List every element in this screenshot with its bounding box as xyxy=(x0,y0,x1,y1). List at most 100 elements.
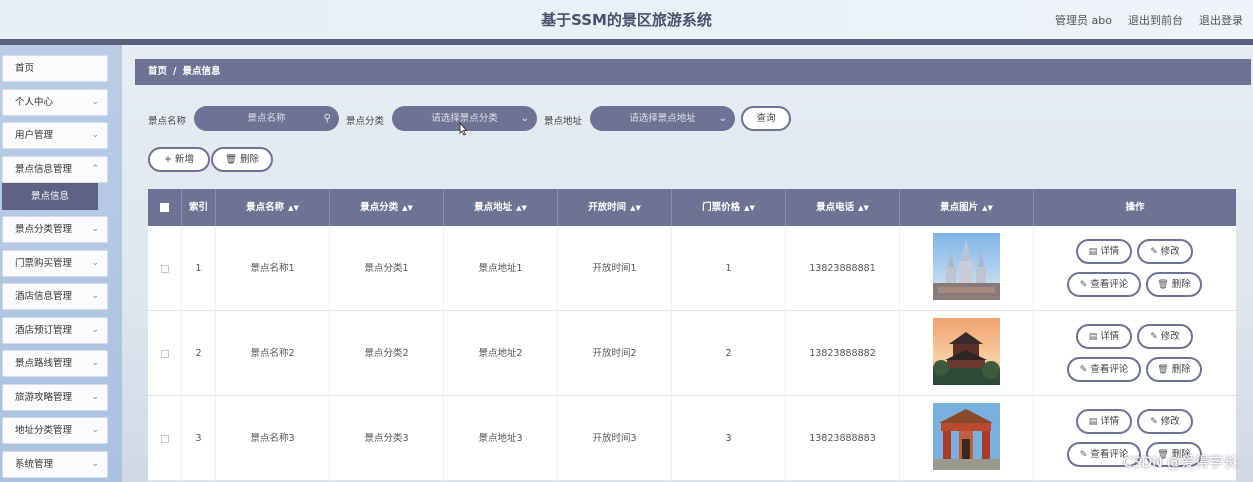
pencil-icon: ✎ xyxy=(1150,417,1158,427)
edit-button[interactable]: ✎ 修改 xyxy=(1137,239,1193,264)
column-header-phone[interactable]: 景点电话 ▲▼ xyxy=(786,189,900,226)
sidebar-item-tickets[interactable]: 门票购买管理 ⌄ xyxy=(2,250,108,277)
mouse-cursor-icon xyxy=(459,122,468,136)
sidebar-item-system[interactable]: 系统管理 ⌄ xyxy=(2,451,108,478)
sidebar-item-users[interactable]: 用户管理 ⌄ xyxy=(2,122,108,149)
view-comments-button[interactable]: ✎ 查看评论 xyxy=(1067,272,1141,297)
sidebar-subitem-spot-info[interactable]: 景点信息 xyxy=(2,183,98,210)
document-icon: ▤ xyxy=(1088,417,1098,427)
column-header-open-time[interactable]: 开放时间 ▲▼ xyxy=(558,189,672,226)
delete-button[interactable]: 🗑 删除 xyxy=(1146,357,1202,382)
current-user: 管理员 abo xyxy=(1055,14,1112,27)
add-button[interactable]: + 新增 xyxy=(148,147,210,172)
batch-delete-button[interactable]: 🗑 删除 xyxy=(211,147,273,172)
delete-button[interactable]: 🗑 删除 xyxy=(1146,272,1202,297)
column-header-address[interactable]: 景点地址 ▲▼ xyxy=(444,189,558,226)
chevron-down-icon: ⌄ xyxy=(91,258,99,268)
detail-button[interactable]: ▤ 详情 xyxy=(1076,239,1132,264)
trash-icon: 🗑 xyxy=(1157,365,1169,375)
spot-address-label: 景点地址 xyxy=(544,116,583,127)
select-all-checkbox[interactable] xyxy=(148,189,182,226)
search-icon: ⚲ xyxy=(323,113,331,124)
pavilion-image[interactable] xyxy=(933,318,1000,385)
column-header-name[interactable]: 景点名称 ▲▼ xyxy=(216,189,330,226)
cell-open-time: 开放时间2 xyxy=(558,311,672,396)
detail-button[interactable]: ▤ 详情 xyxy=(1076,409,1132,434)
cell-price: 2 xyxy=(672,311,786,396)
chevron-down-icon: ⌄ xyxy=(91,358,99,368)
sidebar-item-address-category[interactable]: 地址分类管理 ⌄ xyxy=(2,417,108,444)
breadcrumb: 首页 / 景点信息 xyxy=(135,59,1251,85)
to-front-link[interactable]: 退出到前台 xyxy=(1128,12,1183,28)
spot-address-select[interactable]: 请选择景点地址 ⌄ xyxy=(590,106,735,131)
cell-price: 1 xyxy=(672,226,786,311)
chevron-down-icon: ⌄ xyxy=(718,113,727,124)
chevron-down-icon: ⌄ xyxy=(91,392,99,402)
sidebar-item-hotel-booking[interactable]: 酒店预订管理 ⌄ xyxy=(2,317,108,344)
column-header-index: 索引 xyxy=(182,189,216,226)
sidebar-item-label: 门票购买管理 xyxy=(15,258,73,269)
cell-price: 3 xyxy=(672,396,786,481)
cell-open-time: 开放时间3 xyxy=(558,396,672,481)
sidebar-item-label: 酒店预订管理 xyxy=(15,325,73,336)
edit-button[interactable]: ✎ 修改 xyxy=(1137,409,1193,434)
breadcrumb-separator: / xyxy=(173,66,177,77)
cell-phone: 13823888882 xyxy=(786,311,900,396)
sidebar-item-spot-category[interactable]: 景点分类管理 ⌄ xyxy=(2,216,108,243)
column-header-image[interactable]: 景点图片 ▲▼ xyxy=(900,189,1034,226)
column-header-category[interactable]: 景点分类 ▲▼ xyxy=(330,189,444,226)
spot-category-label: 景点分类 xyxy=(346,116,385,127)
sort-icon: ▲▼ xyxy=(858,204,869,212)
document-icon: ▤ xyxy=(1088,332,1098,342)
sidebar-item-label: 首页 xyxy=(15,63,35,74)
breadcrumb-current: 景点信息 xyxy=(182,66,221,77)
sidebar-item-label: 景点信息管理 xyxy=(15,164,73,175)
sidebar-item-label: 个人中心 xyxy=(15,97,54,108)
column-header-price[interactable]: 门票价格 ▲▼ xyxy=(672,189,786,226)
cell-image xyxy=(900,396,1034,481)
sidebar-item-label: 景点分类管理 xyxy=(15,224,73,235)
row-checkbox[interactable] xyxy=(148,226,182,311)
row-checkbox[interactable] xyxy=(148,396,182,481)
cell-image xyxy=(900,311,1034,396)
spot-name-input[interactable]: 景点名称 ⚲ xyxy=(194,106,339,131)
sidebar-item-routes[interactable]: 景点路线管理 ⌄ xyxy=(2,350,108,377)
sidebar-item-label: 系统管理 xyxy=(15,459,54,470)
cell-name: 景点名称2 xyxy=(216,311,330,396)
chevron-down-icon: ⌄ xyxy=(91,459,99,469)
cell-phone: 13823888883 xyxy=(786,396,900,481)
header-divider xyxy=(0,39,1253,45)
row-checkbox[interactable] xyxy=(148,311,182,396)
sidebar-item-profile[interactable]: 个人中心 ⌄ xyxy=(2,89,108,116)
spot-name-label: 景点名称 xyxy=(148,116,187,127)
chevron-down-icon: ⌄ xyxy=(91,325,99,335)
sort-icon: ▲▼ xyxy=(402,204,413,212)
document-icon: ▤ xyxy=(1088,247,1098,257)
castle-image[interactable] xyxy=(933,233,1000,300)
chevron-down-icon: ⌄ xyxy=(91,291,99,301)
table-row: 1 景点名称1 景点分类1 景点地址1 开放时间1 1 13823888881 … xyxy=(148,226,1236,311)
detail-button[interactable]: ▤ 详情 xyxy=(1076,324,1132,349)
logout-link[interactable]: 退出登录 xyxy=(1199,12,1243,28)
cell-category: 景点分类2 xyxy=(330,311,444,396)
view-comments-button[interactable]: ✎ 查看评论 xyxy=(1067,357,1141,382)
chevron-up-icon: ⌃ xyxy=(91,164,99,174)
edit-button[interactable]: ✎ 修改 xyxy=(1137,324,1193,349)
pencil-icon: ✎ xyxy=(1079,365,1088,375)
gate-image[interactable] xyxy=(933,403,1000,470)
chevron-down-icon: ⌄ xyxy=(91,224,99,234)
sidebar-item-label: 景点路线管理 xyxy=(15,358,73,369)
sidebar-item-guides[interactable]: 旅游攻略管理 ⌄ xyxy=(2,384,108,411)
sidebar-item-home[interactable]: 首页 xyxy=(2,55,108,82)
sidebar-item-hotel-info[interactable]: 酒店信息管理 ⌄ xyxy=(2,283,108,310)
breadcrumb-home[interactable]: 首页 xyxy=(148,66,167,77)
cell-open-time: 开放时间1 xyxy=(558,226,672,311)
chevron-down-icon: ⌄ xyxy=(91,425,99,435)
top-header: 基于SSM的景区旅游系统 管理员 abo 退出到前台 退出登录 xyxy=(0,0,1253,39)
cell-category: 景点分类3 xyxy=(330,396,444,481)
query-button[interactable]: 查询 xyxy=(741,106,791,131)
pencil-icon: ✎ xyxy=(1150,247,1158,257)
cell-image xyxy=(900,226,1034,311)
sidebar-item-spot-info[interactable]: 景点信息管理 ⌃ xyxy=(2,156,108,183)
table-header: 索引 景点名称 ▲▼ 景点分类 ▲▼ 景点地址 ▲▼ 开放时间 ▲▼ 门票价格 ▲▼ 景点… xyxy=(148,189,1236,226)
